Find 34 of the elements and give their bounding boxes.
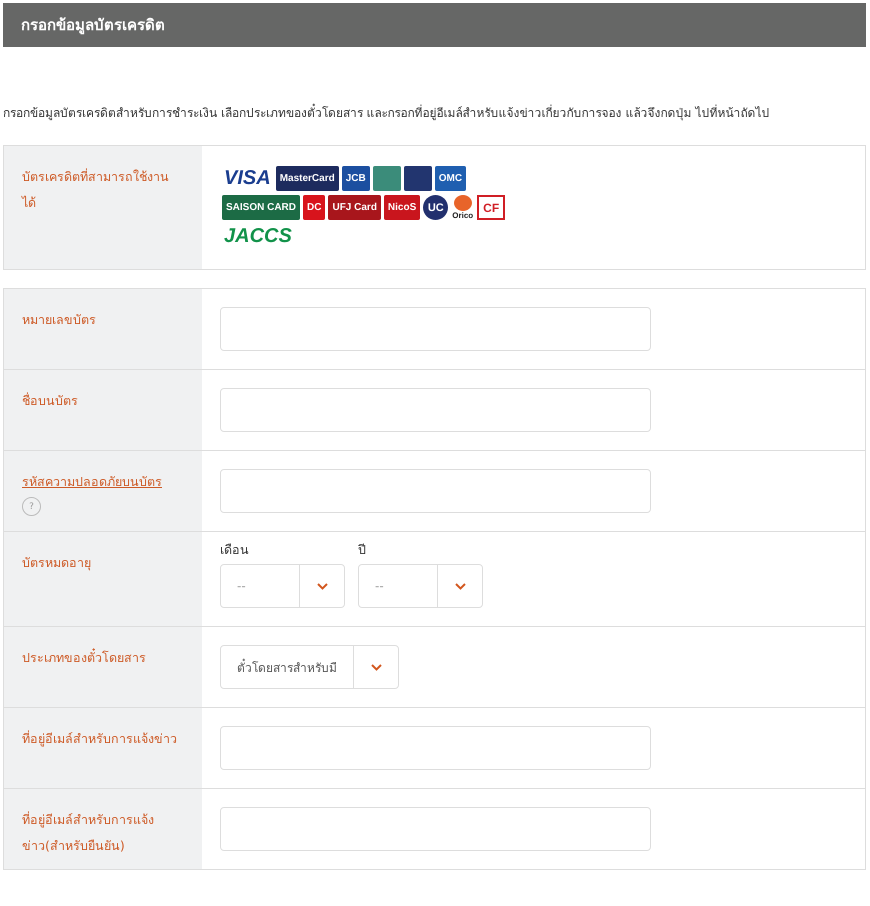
field-label: ชื่อบนบัตร (22, 391, 79, 410)
caret-icon (316, 582, 328, 590)
select-label: เดือน (220, 541, 250, 559)
card-logo: JCB (342, 166, 370, 191)
card-logo: SAISON CARD (222, 195, 300, 220)
input-field[interactable] (220, 388, 651, 432)
card-logo: Orico (451, 195, 474, 220)
field-label: ที่อยู่อีเมล์สำหรับการแจ้งข่าว (22, 729, 178, 748)
card-logo: DC (303, 195, 326, 220)
card-logo: CF (477, 195, 506, 220)
input-field[interactable] (220, 807, 651, 851)
input-field[interactable] (220, 726, 651, 770)
card-logo: OMC (434, 166, 466, 191)
caret-icon (454, 582, 466, 590)
card-logo: MasterCard (276, 166, 339, 191)
card-logo: UFJ Card (328, 195, 381, 220)
caret-icon (370, 664, 382, 670)
input-field[interactable] (220, 469, 651, 513)
field-label: ประเภทของตั๋วโดยสาร (22, 647, 147, 667)
dropdown[interactable]: -- (220, 564, 345, 608)
card-logo: UC (423, 195, 448, 220)
field-label: ที่อยู่อีเมล์สำหรับการแจ้งข่าว(สำหรับยืนยัน) (22, 810, 155, 855)
security-code-link[interactable]: รหัสความปลอดภัยบนบัตร (22, 469, 184, 495)
field-label: หมายเลขบัตร (22, 311, 97, 329)
card-logo: NicoS (384, 195, 420, 220)
dropdown[interactable]: -- (358, 564, 483, 608)
instructions-text: กรอกข้อมูลบัตรเครดิตสำหรับการชำระเงิน เลือกประเภทของตั๋วโดยสาร และกรอกที่อยู่อีเมล์สำหรับแจ้งข่าวเกี่ยวกับการจอง แล้วจึงกดปุ่ม ไปที่หน้าถัดไป (3, 101, 866, 125)
section-header: กรอกข้อมูลบัตรเครดิต (3, 3, 866, 47)
dropdown[interactable]: ตั๋วโดยสารสำหรับมื (220, 645, 399, 689)
field-label: บัตรหมดอายุ (22, 554, 92, 572)
field-label: บัตรเครดิตที่สามารถใช้งานได้ (22, 167, 170, 212)
help-icon[interactable]: ? (22, 497, 41, 516)
input-field[interactable] (220, 307, 651, 351)
select-label: ปี (358, 541, 367, 559)
